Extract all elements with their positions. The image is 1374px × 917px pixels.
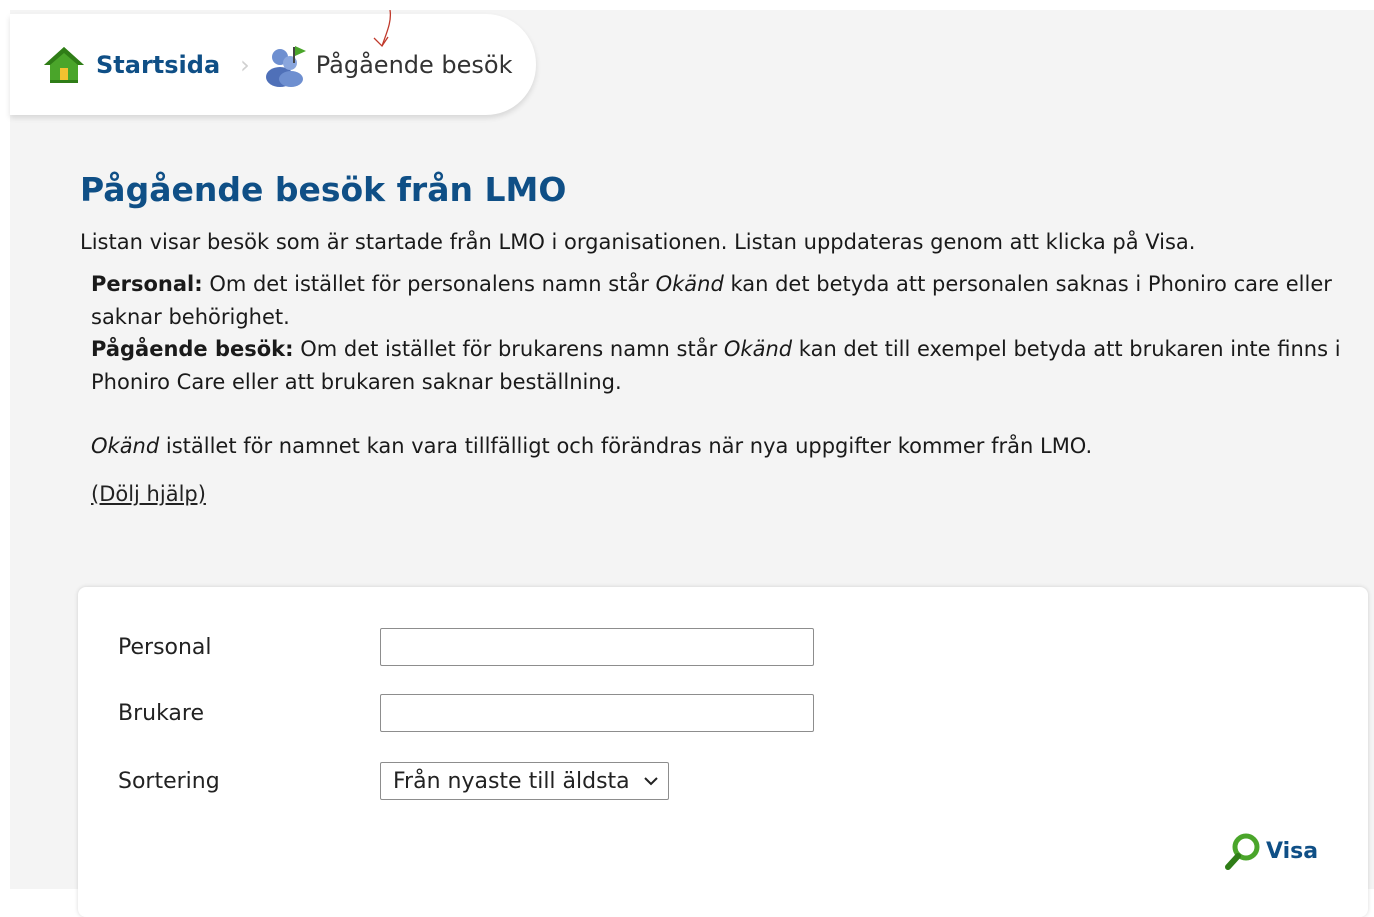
- sort-select[interactable]: Från nyaste till äldsta: [380, 762, 669, 800]
- filter-panel: Personal Brukare Sortering Från nyaste t…: [78, 587, 1368, 917]
- show-button-label: Visa: [1266, 838, 1319, 864]
- sort-row: Sortering Från nyaste till äldsta: [118, 762, 669, 800]
- breadcrumb-separator: ›: [240, 50, 250, 79]
- home-icon: [44, 46, 84, 83]
- page-background: Startsida › Pågående besök Pågående besö…: [10, 10, 1374, 917]
- sort-selected-value: Från nyaste till äldsta: [393, 768, 630, 794]
- personal-label: Personal: [118, 634, 212, 660]
- annotation-arrow-icon: [373, 10, 392, 48]
- breadcrumb-home-link[interactable]: Startsida: [42, 44, 220, 86]
- personal-row: Personal: [118, 628, 814, 666]
- help-unknown-word: Okänd: [655, 272, 724, 296]
- intro-text: Listan visar besök som är startade från …: [80, 230, 1196, 254]
- page-title: Pågående besök från LMO: [80, 170, 567, 209]
- help-personal-heading: Personal:: [91, 272, 203, 296]
- help-unknown-word: Okänd: [723, 337, 793, 361]
- help-temporary-paragraph: Okänd istället för namnet kan vara tillf…: [91, 430, 1361, 463]
- chevron-down-icon: [643, 777, 658, 786]
- sort-label: Sortering: [118, 768, 220, 794]
- show-button[interactable]: Visa: [1224, 831, 1318, 871]
- brukare-label: Brukare: [118, 700, 205, 726]
- help-spacer: [91, 398, 1361, 430]
- breadcrumb-current-label: Pågående besök: [315, 50, 513, 79]
- help-visits-paragraph: Pågående besök: Om det istället för bruk…: [91, 333, 1361, 398]
- help-unknown-word: Okänd: [91, 434, 160, 458]
- help-personal-text-1: Om det istället för personalens namn stå…: [202, 272, 656, 296]
- search-icon: [1225, 833, 1260, 870]
- brukare-input[interactable]: [380, 694, 814, 732]
- help-personal-paragraph: Personal: Om det istället för personalen…: [91, 268, 1361, 333]
- help-temporary-text: istället för namnet kan vara tillfälligt…: [159, 434, 1093, 458]
- brukare-row: Brukare: [118, 694, 814, 732]
- visit-icon: [265, 45, 306, 87]
- help-text: Personal: Om det istället för personalen…: [91, 268, 1361, 463]
- personal-input[interactable]: [380, 628, 814, 666]
- help-visits-text-1: Om det istället för brukarens namn står: [293, 337, 724, 361]
- hide-help-link[interactable]: (Dölj hjälp): [91, 482, 206, 506]
- breadcrumb: Startsida › Pågående besök: [10, 14, 536, 115]
- help-visits-heading: Pågående besök:: [91, 337, 294, 361]
- breadcrumb-home-label: Startsida: [96, 50, 221, 79]
